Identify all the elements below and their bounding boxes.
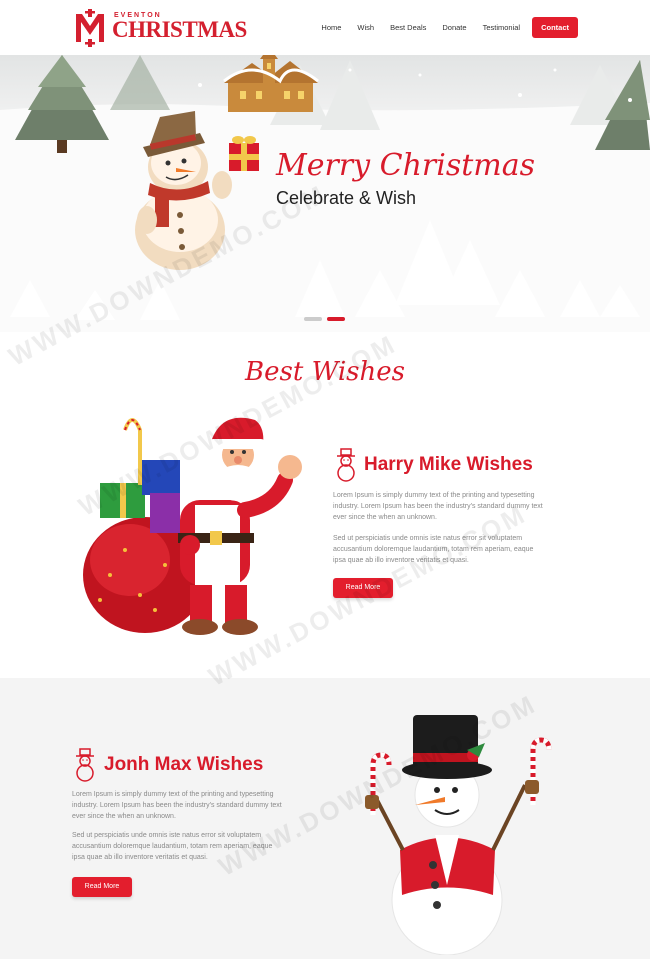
nav-wish[interactable]: Wish bbox=[349, 23, 382, 32]
card-title-jonh: Jonh Max Wishes bbox=[104, 754, 264, 775]
slider-dot-2[interactable] bbox=[327, 317, 345, 321]
card-text-line: industry. Lorem Ipsum has been the indus… bbox=[72, 802, 282, 809]
card-text-line: Sed ut perspiciatis unde omnis iste natu… bbox=[333, 535, 523, 542]
card-text-line: ipsa quae ab illo inventore veritatis et… bbox=[333, 557, 469, 564]
nav-donate[interactable]: Donate bbox=[434, 23, 474, 32]
site-header: EVENTON CHRISTMAS Home Wish Best Deals D… bbox=[0, 0, 650, 55]
card-text-harry-1: Lorem Ipsum is simply dummy text of the … bbox=[333, 490, 543, 523]
snowman-illustration-2 bbox=[365, 715, 552, 955]
card-text-line: accusantium doloremque laudantium, totam… bbox=[72, 843, 273, 850]
read-more-button-jonh[interactable]: Read More bbox=[72, 877, 132, 897]
card-text-line: accusantium doloremque laudantium, totam… bbox=[333, 546, 534, 553]
hero-banner: Merry Christmas Celebrate & Wish bbox=[0, 55, 650, 332]
hero-subtitle: Celebrate & Wish bbox=[276, 188, 417, 208]
contact-button[interactable]: Contact bbox=[532, 17, 578, 38]
main-nav: Home Wish Best Deals Donate Testimonial … bbox=[313, 17, 578, 38]
card-text-line: industry. Lorem Ipsum has been the indus… bbox=[333, 503, 543, 510]
slider-dots bbox=[304, 317, 345, 321]
gingerbread-house bbox=[223, 55, 319, 112]
nav-best-deals[interactable]: Best Deals bbox=[382, 23, 434, 32]
card-text-line: ever since the when an unknown. bbox=[333, 514, 437, 521]
snowman-icon bbox=[337, 448, 355, 482]
snowflake-logo-icon bbox=[76, 9, 104, 47]
card-title-harry: Harry Mike Wishes bbox=[364, 454, 533, 475]
card-text-jonh-1: Lorem Ipsum is simply dummy text of the … bbox=[72, 789, 282, 822]
card-text-line: Lorem Ipsum is simply dummy text of the … bbox=[333, 492, 535, 499]
logo-text: CHRISTMAS bbox=[112, 17, 247, 42]
card-text-line: Lorem Ipsum is simply dummy text of the … bbox=[72, 791, 274, 798]
snowman-icon bbox=[76, 748, 94, 782]
card-text-line: Sed ut perspiciatis unde omnis iste natu… bbox=[72, 832, 262, 839]
pine-tree-left bbox=[15, 55, 109, 153]
slider-dot-1[interactable] bbox=[304, 317, 322, 321]
best-wishes-title: Best Wishes bbox=[245, 357, 405, 387]
card-text-line: ipsa quae ab illo inventore veritatis et… bbox=[72, 854, 208, 861]
card-text-jonh-2: Sed ut perspiciatis unde omnis iste natu… bbox=[72, 830, 272, 863]
logo[interactable]: EVENTON CHRISTMAS bbox=[72, 8, 247, 50]
read-more-button-harry[interactable]: Read More bbox=[333, 578, 393, 598]
santa-illustration bbox=[83, 417, 302, 635]
card-text-line: ever since the when an unknown. bbox=[72, 813, 176, 820]
nav-testimonial[interactable]: Testimonial bbox=[475, 23, 529, 32]
card-text-harry-2: Sed ut perspiciatis unde omnis iste natu… bbox=[333, 533, 533, 566]
hero-title: Merry Christmas bbox=[276, 148, 536, 183]
nav-home[interactable]: Home bbox=[313, 23, 349, 32]
